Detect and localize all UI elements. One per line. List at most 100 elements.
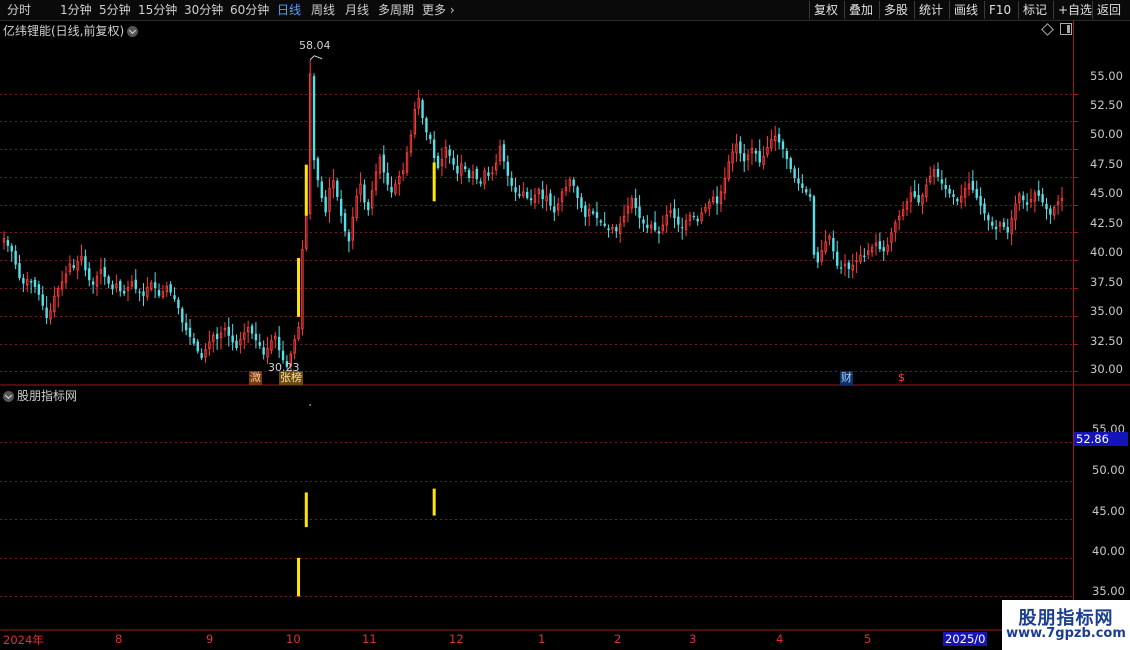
candle-body [49, 310, 52, 320]
candle-body [394, 183, 397, 194]
candle-body [235, 340, 238, 348]
candle-body [553, 206, 556, 213]
candle-body [347, 232, 351, 242]
candle-body [998, 222, 1002, 227]
candle-body [913, 191, 916, 197]
candle-body [987, 215, 990, 221]
candle-body [684, 220, 688, 231]
candle-body [274, 335, 277, 340]
candle-body [417, 98, 420, 109]
candle-body [37, 284, 41, 295]
candle-body [739, 141, 742, 154]
candle-body [378, 156, 382, 174]
main-grid [0, 94, 1078, 372]
candle-body [514, 187, 517, 193]
candle-body [328, 188, 331, 212]
candle-body [634, 197, 637, 208]
candle-body [533, 194, 537, 203]
candle-body [944, 184, 947, 190]
candle-body [743, 153, 746, 162]
candle-body [1010, 218, 1013, 235]
candle-body [483, 170, 486, 185]
candle-body [301, 249, 304, 330]
candle-body [188, 327, 192, 337]
candle-body [626, 205, 630, 214]
candle-body [882, 247, 885, 252]
x-tick: 1 [538, 632, 546, 646]
dividend-tag[interactable]: $ [897, 371, 906, 385]
candle-body [607, 228, 610, 231]
candle-body [142, 291, 145, 296]
candle-body [991, 221, 994, 226]
candle-body [603, 223, 606, 226]
chart-canvas[interactable] [0, 0, 1130, 650]
candle-body [169, 284, 172, 293]
candle-body [936, 168, 940, 177]
candle-body [243, 332, 246, 340]
candle-body [29, 280, 33, 283]
candle-body [793, 168, 796, 178]
candle-body [898, 215, 901, 221]
candle-body [545, 195, 548, 202]
candle-body [502, 144, 506, 162]
candle-body [615, 227, 618, 232]
candle-body [847, 262, 851, 270]
candle-body [808, 194, 812, 197]
candle-body [18, 263, 21, 278]
candle-body [766, 146, 769, 155]
candle-body [832, 237, 835, 252]
candle-body [1006, 227, 1009, 233]
candle-body [212, 334, 215, 342]
candle-body [91, 281, 95, 285]
candle-body [138, 291, 141, 293]
candle-body [339, 198, 343, 216]
candle-body [1053, 206, 1056, 216]
candle-body [281, 350, 285, 361]
candle-body [157, 289, 161, 296]
event-tag[interactable]: 张榜 [279, 371, 303, 385]
candle-body [731, 151, 734, 164]
y-tick-main: 40.00 [1090, 245, 1123, 259]
event-tag[interactable]: 溦 [249, 371, 262, 385]
candle-body [80, 255, 83, 261]
candle-body [867, 250, 870, 255]
high-price-label: 58.04 [299, 39, 331, 52]
candle-body [618, 223, 622, 234]
y-tick-main: 45.00 [1090, 186, 1123, 200]
candle-body [960, 195, 963, 203]
candle-body [425, 118, 428, 133]
candle-body [967, 183, 971, 190]
candle-body [719, 191, 723, 205]
candle-body [1014, 203, 1017, 221]
candle-body [549, 193, 552, 206]
candle-body [107, 276, 110, 284]
x-tick: 9 [206, 632, 214, 646]
candle-body [642, 219, 645, 224]
candle-body [475, 168, 479, 180]
signal-bar-sub [297, 557, 301, 597]
candle-body [789, 158, 792, 170]
candle-body [646, 224, 649, 228]
high-arrow [309, 55, 323, 61]
signal-bar-sub [304, 492, 308, 528]
candle-body [1045, 203, 1048, 210]
candle-body [909, 192, 913, 202]
candle-body [894, 222, 897, 233]
candle-body [266, 348, 269, 358]
candle-body [463, 166, 467, 170]
y-tick-main: 35.00 [1090, 304, 1123, 318]
candle-body [64, 273, 68, 283]
candle-body [859, 254, 862, 262]
signal-bar-sub [432, 488, 436, 516]
candle-body [657, 231, 661, 234]
candle-body [219, 332, 223, 339]
candle-body [560, 191, 564, 202]
candle-body [22, 278, 25, 284]
candle-body [576, 187, 579, 198]
y-tick-main: 37.50 [1090, 275, 1123, 289]
sub-grid [0, 442, 1073, 597]
finance-tag[interactable]: 财 [840, 371, 853, 385]
candle-body [421, 100, 424, 118]
candle-body [1056, 201, 1060, 205]
candle-body [487, 172, 490, 176]
